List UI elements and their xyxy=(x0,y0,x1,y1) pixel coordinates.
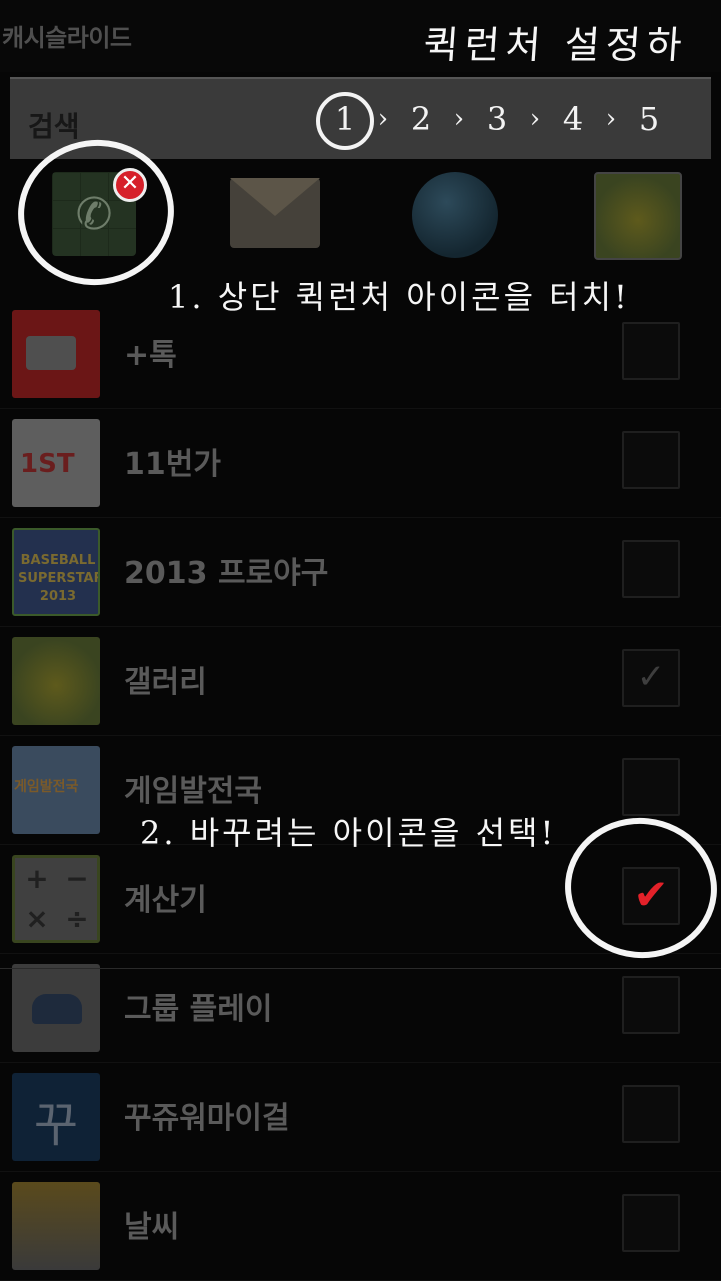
list-item-label: 갤러리 xyxy=(124,665,207,700)
list-item[interactable]: 갤러리 ✓ xyxy=(0,627,721,736)
step-1: 1 xyxy=(316,92,374,150)
divider xyxy=(0,968,721,969)
step-2: 2 xyxy=(410,100,432,138)
instruction-step-2: 2. 바꾸려는 아이콘을 선택! xyxy=(140,814,557,852)
group-play-icon xyxy=(12,964,100,1052)
list-item[interactable]: 1ST 11번가 xyxy=(0,409,721,518)
list-item[interactable]: 그룹 플레이 xyxy=(0,954,721,1063)
weather-app-icon xyxy=(12,1182,100,1270)
checkbox[interactable] xyxy=(622,540,680,598)
step-separator: › xyxy=(605,104,617,134)
baseball-app-icon: BASEBALL SUPERSTARS 2013 xyxy=(12,528,100,616)
11st-app-icon: 1ST xyxy=(12,419,100,507)
checkbox[interactable] xyxy=(622,1085,680,1143)
kku-app-icon: 꾸 xyxy=(12,1073,100,1161)
list-item-label: 11번가 xyxy=(124,447,221,482)
list-item-label: 꾸쥬워마이걸 xyxy=(124,1101,290,1136)
step-separator: › xyxy=(453,104,465,134)
step-5: 5 xyxy=(638,100,660,138)
checkbox[interactable] xyxy=(622,1194,680,1252)
checkbox[interactable] xyxy=(622,322,680,380)
gallery-icon[interactable] xyxy=(594,172,682,260)
checkbox-checked[interactable]: ✓ xyxy=(622,649,680,707)
app-title: 캐시슬라이드 xyxy=(2,24,132,52)
step-1-circle xyxy=(316,92,374,150)
list-item-label: 게임발전국 xyxy=(124,774,262,809)
checkbox[interactable] xyxy=(622,976,680,1034)
globe-icon[interactable] xyxy=(412,172,498,258)
list-item-label: 2013 프로야구 xyxy=(124,556,329,591)
list-item[interactable]: 날씨 xyxy=(0,1172,721,1281)
list-item[interactable]: BASEBALL SUPERSTARS 2013 2013 프로야구 xyxy=(0,518,721,627)
talk-app-icon xyxy=(12,310,100,398)
step-4: 4 xyxy=(562,100,584,138)
app-list: +톡 1ST 11번가 BASEBALL SUPERSTARS 2013 201… xyxy=(0,300,721,1281)
top-bar: 캐시슬라이드 퀵런처 설정하기 xyxy=(0,0,721,122)
calculator-app-icon: + − × ÷ xyxy=(12,855,100,943)
step-separator: › xyxy=(529,104,541,134)
list-item-label: 계산기 xyxy=(124,883,207,918)
checkbox[interactable] xyxy=(622,758,680,816)
instruction-step-1: 1. 상단 퀵런처 아이콘을 터치! xyxy=(168,278,630,316)
gallery-app-icon xyxy=(12,637,100,725)
checkbox[interactable] xyxy=(622,431,680,489)
step-3: 3 xyxy=(486,100,508,138)
list-item[interactable]: 꾸 꾸쥬워마이걸 xyxy=(0,1063,721,1172)
step-indicator: 1 › 2 › 3 › 4 › 5 xyxy=(316,92,672,150)
search-label: 검색 xyxy=(28,110,80,143)
list-item-label: 날씨 xyxy=(124,1210,180,1245)
list-item-label: +톡 xyxy=(124,338,177,373)
game-app-icon: 게임발전국 xyxy=(12,746,100,834)
mail-icon[interactable] xyxy=(230,178,320,248)
list-item-label: 그룹 플레이 xyxy=(124,992,273,1027)
